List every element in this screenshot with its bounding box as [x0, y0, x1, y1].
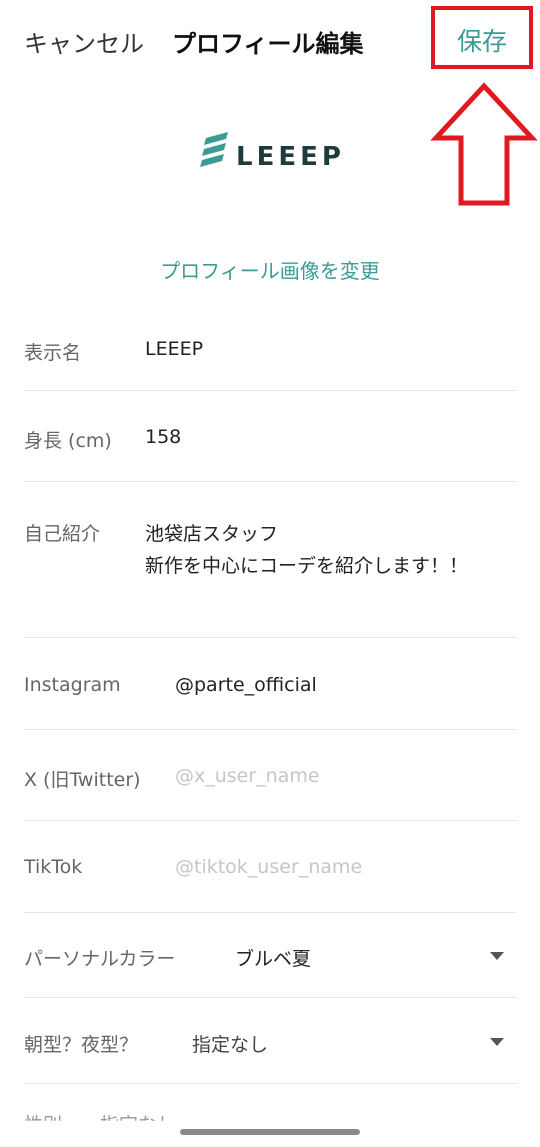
logo-mark-icon [200, 132, 228, 167]
personal-color-label: パーソナルカラー [24, 948, 176, 970]
divider [24, 997, 516, 998]
logo-text: LEEEP [236, 142, 345, 172]
personal-color-select[interactable]: ブルベ夏 [235, 944, 311, 971]
divider [24, 481, 516, 482]
bio-field-line2[interactable]: 新作を中心にコーデを紹介します！！ [145, 551, 468, 578]
save-highlight-box: 保存 [431, 6, 533, 69]
display-name-row: 表示名 LEEEP [24, 338, 516, 368]
height-label: 身長 (cm) [24, 430, 112, 452]
morning-night-label: 朝型？夜型？ [24, 1034, 139, 1056]
height-row: 身長 (cm) 158 [24, 426, 516, 456]
divider [24, 820, 516, 821]
morning-night-select[interactable]: 指定なし [192, 1030, 268, 1057]
up-arrow-annotation-icon [430, 82, 538, 206]
personal-color-row[interactable]: パーソナルカラー ブルベ夏 [24, 944, 516, 974]
height-field[interactable]: 158 [145, 426, 181, 448]
divider [24, 729, 516, 730]
divider [24, 1083, 516, 1084]
page-title: プロフィール編集 [172, 30, 364, 58]
divider [24, 912, 516, 913]
bio-field-line1[interactable]: 池袋店スタッフ [145, 519, 278, 546]
x-twitter-field[interactable]: @x_user_name [175, 765, 320, 787]
brand-logo: LEEEP [200, 130, 341, 174]
cancel-button[interactable]: キャンセル [24, 24, 144, 59]
morning-night-row[interactable]: 朝型？夜型？ 指定なし [24, 1030, 516, 1060]
chevron-down-icon[interactable] [490, 952, 504, 960]
tiktok-row: TikTok @tiktok_user_name [24, 856, 516, 886]
bio-row: 自己紹介 池袋店スタッフ 新作を中心にコーデを紹介します！！ [24, 519, 516, 589]
display-name-field[interactable]: LEEEP [145, 338, 203, 360]
home-indicator[interactable] [180, 1129, 360, 1135]
save-button[interactable]: 保存 [435, 22, 529, 58]
bio-label: 自己紹介 [24, 523, 101, 545]
header-bar: キャンセル プロフィール編集 保存 [0, 0, 540, 84]
x-twitter-row: X (旧Twitter) @x_user_name [24, 765, 516, 795]
gender-row-cutoff: 性別 指定なし [24, 1114, 177, 1136]
x-twitter-label: X (旧Twitter) [24, 769, 141, 791]
display-name-label: 表示名 [24, 342, 82, 364]
divider [24, 390, 516, 391]
divider [24, 637, 516, 638]
instagram-label: Instagram [24, 674, 121, 696]
instagram-row: Instagram @parte_official [24, 674, 516, 704]
instagram-field[interactable]: @parte_official [175, 674, 317, 696]
tiktok-field[interactable]: @tiktok_user_name [175, 856, 362, 878]
tiktok-label: TikTok [24, 856, 83, 878]
chevron-down-icon[interactable] [490, 1038, 504, 1046]
change-profile-image-link[interactable]: プロフィール画像を変更 [0, 255, 540, 284]
